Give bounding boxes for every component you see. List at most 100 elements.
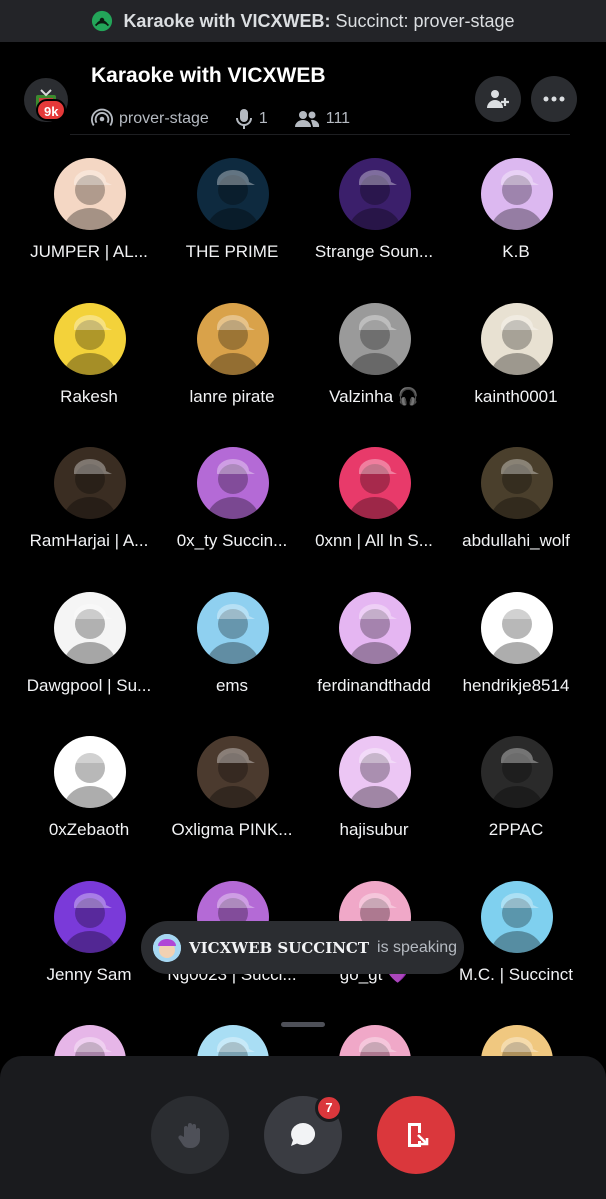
participant-tile[interactable]: K.B — [441, 150, 591, 280]
channel-name: prover-stage — [119, 110, 209, 127]
participant-tile[interactable]: 0x_ty Succin... — [157, 439, 307, 569]
more-options-button[interactable] — [531, 76, 577, 122]
participant-avatar — [54, 158, 126, 230]
speaker-count: 1 — [258, 110, 268, 127]
avatar-image — [339, 592, 411, 664]
participant-tile[interactable]: THE PRIME — [157, 150, 307, 280]
participant-name: K.B — [502, 242, 530, 261]
avatar-image — [54, 303, 126, 375]
speaker-name: VICXWEB SUCCINCT — [189, 938, 370, 957]
drag-handle[interactable] — [281, 1022, 325, 1027]
participant-name: RamHarjai | A... — [29, 531, 149, 550]
participant-tile[interactable]: ferdinandthadd — [299, 584, 449, 714]
participant-tile[interactable]: Valzinha 🎧 — [299, 295, 449, 425]
participant-name: Jenny Sam — [46, 965, 132, 984]
listener-count: 111 — [325, 110, 351, 127]
chat-bubble-icon — [291, 1122, 316, 1146]
hand-icon — [178, 1123, 200, 1148]
participant-tile[interactable]: Oxligma PINK... — [157, 728, 307, 858]
avatar-image — [153, 933, 181, 962]
avatar-image — [481, 158, 553, 230]
stage-banner-title: Karaoke with VICXWEB: Succinct: prover-s… — [123, 10, 515, 31]
participant-avatar — [339, 736, 411, 808]
stage-broadcast-icon — [92, 10, 113, 32]
participant-avatar — [481, 592, 553, 664]
participant-name: Rakesh — [60, 387, 118, 406]
participant-avatar — [54, 303, 126, 375]
avatar-image — [339, 158, 411, 230]
participant-name: Valzinha 🎧 — [329, 387, 419, 406]
participant-tile[interactable]: ems — [157, 584, 307, 714]
avatar-image — [339, 447, 411, 519]
avatar-image — [481, 447, 553, 519]
participant-tile[interactable]: 0xnn | All In S... — [299, 439, 449, 569]
participant-tile[interactable]: hendrikje8514 — [441, 584, 591, 714]
participant-name: Dawgpool | Su... — [26, 676, 152, 695]
header-divider — [70, 134, 570, 135]
participant-avatar — [54, 881, 126, 953]
participant-tile[interactable]: Rakesh — [14, 295, 164, 425]
participant-tile[interactable]: JUMPER | AL... — [14, 150, 164, 280]
stage-banner[interactable]: Karaoke with VICXWEB: Succinct: prover-s… — [0, 0, 606, 42]
avatar-image — [481, 736, 553, 808]
add-person-icon — [487, 90, 509, 108]
avatar-image — [339, 736, 411, 808]
participant-avatar — [481, 736, 553, 808]
participant-avatar — [481, 303, 553, 375]
avatar-image — [54, 881, 126, 953]
avatar-image — [54, 736, 126, 808]
chat-unread-badge: 7 — [315, 1094, 343, 1122]
participant-tile[interactable]: kainth0001 — [441, 295, 591, 425]
participant-name: lanre pirate — [189, 387, 275, 406]
participant-avatar — [54, 592, 126, 664]
participant-tile[interactable]: 0xZebaoth — [14, 728, 164, 858]
participant-name: ferdinandthadd — [317, 676, 431, 695]
participant-tile[interactable]: abdullahi_wolf — [441, 439, 591, 569]
participant-name: ems — [215, 676, 249, 695]
participant-avatar — [339, 158, 411, 230]
stage-title: Karaoke with VICXWEB — [91, 64, 326, 87]
avatar-image — [54, 158, 126, 230]
participant-tile[interactable]: Strange Soun... — [299, 150, 449, 280]
avatar-image — [481, 303, 553, 375]
avatar-image — [54, 592, 126, 664]
participant-name: 0xZebaoth — [48, 820, 130, 839]
participant-name: JUMPER | AL... — [30, 242, 148, 261]
ellipsis-icon — [543, 96, 565, 102]
participant-avatar — [54, 736, 126, 808]
avatar-image — [339, 303, 411, 375]
speaker-avatar — [153, 933, 181, 962]
avatar-image — [197, 447, 269, 519]
participant-avatar — [339, 303, 411, 375]
participant-avatar — [197, 736, 269, 808]
participant-avatar — [54, 447, 126, 519]
avatar-image — [54, 447, 126, 519]
leave-stage-button[interactable] — [377, 1096, 455, 1174]
participant-name: kainth0001 — [474, 387, 558, 406]
speaking-toast[interactable]: VICXWEB SUCCINCT is speaking — [141, 921, 464, 974]
participant-tile[interactable]: 2PPAC — [441, 728, 591, 858]
microphone-icon — [235, 109, 252, 129]
participant-avatar — [339, 447, 411, 519]
participant-name: Strange Soun... — [314, 242, 434, 261]
participant-name: hendrikje8514 — [462, 676, 570, 695]
avatar-image — [481, 881, 553, 953]
stage-channel-icon — [91, 108, 113, 126]
raise-hand-button[interactable] — [151, 1096, 229, 1174]
participant-tile[interactable]: hajisubur — [299, 728, 449, 858]
participant-name: Oxligma PINK... — [171, 820, 293, 839]
participant-avatar — [339, 592, 411, 664]
participant-tile[interactable]: lanre pirate — [157, 295, 307, 425]
participant-avatar — [481, 158, 553, 230]
avatar-image — [197, 158, 269, 230]
participant-avatar — [197, 447, 269, 519]
avatar-image — [197, 592, 269, 664]
participant-avatar — [197, 303, 269, 375]
invite-button[interactable] — [475, 76, 521, 122]
participant-tile[interactable]: RamHarjai | A... — [14, 439, 164, 569]
participant-tile[interactable]: M.C. | Succinct — [441, 873, 591, 1003]
participant-tile[interactable]: Dawgpool | Su... — [14, 584, 164, 714]
avatar-image — [481, 592, 553, 664]
speaking-status: is speaking — [377, 938, 458, 956]
leave-icon — [408, 1123, 429, 1147]
